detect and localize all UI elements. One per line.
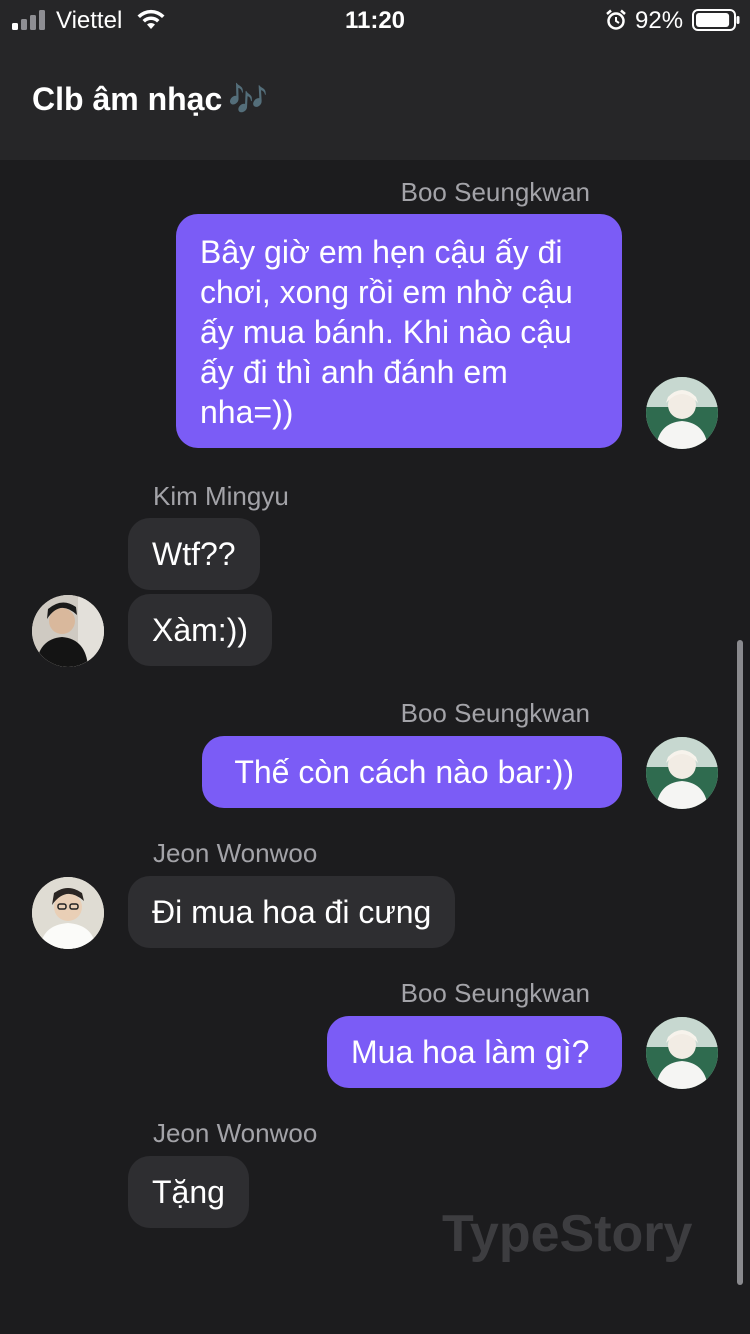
status-bar: Viettel 11:20 92% (0, 0, 750, 40)
sender-name: Kim Mingyu (153, 481, 289, 511)
sender-name: Jeon Wonwoo (153, 838, 318, 868)
chat-title: Clb âm nhạc 🎶 (32, 80, 268, 118)
incoming-message-bubble[interactable]: Đi mua hoa đi cưng (128, 876, 456, 948)
avatar-boo-seungkwan[interactable] (646, 377, 718, 449)
message-line: Bây giờ em hẹn cậu ấy đi (200, 234, 563, 270)
avatar-boo-seungkwan[interactable] (646, 1017, 718, 1089)
message-text: Đi mua hoa đi cưng (152, 894, 432, 930)
scrollbar[interactable] (737, 640, 743, 1285)
chat-screen: Viettel 11:20 92% Clb âm nhạc 🎶 Boo Seung… (0, 0, 750, 1334)
incoming-message-bubble[interactable]: Wtf?? (128, 518, 260, 590)
incoming-message-bubble[interactable]: Tặng (128, 1156, 249, 1228)
outgoing-message-bubble[interactable]: Mua hoa làm gì? (327, 1016, 622, 1088)
incoming-message-bubble[interactable]: Xàm:)) (128, 594, 272, 666)
message-text: Xàm:)) (152, 612, 248, 648)
sender-name: Boo Seungkwan (400, 978, 590, 1008)
avatar-jeon-wonwoo[interactable] (32, 877, 104, 949)
message-line: ấy mua bánh. Khi nào cậu (200, 314, 572, 350)
chat-title-text: Clb âm nhạc (32, 81, 223, 117)
message-text: Thế còn cách nào bar:)) (226, 754, 575, 790)
message-line: nha=)) (200, 394, 294, 430)
message-line: ấy đi thì anh đánh em (200, 354, 508, 390)
alarm-icon (606, 9, 626, 30)
outgoing-message-bubble[interactable]: Thế còn cách nào bar:)) (202, 736, 622, 808)
chat-header: Clb âm nhạc 🎶 (0, 40, 750, 160)
battery-icon (692, 9, 740, 31)
avatar-boo-seungkwan[interactable] (646, 737, 718, 809)
watermark-logo: TypeStory (442, 1205, 693, 1263)
avatar-kim-mingyu[interactable] (32, 595, 104, 667)
sender-name: Jeon Wonwoo (153, 1118, 318, 1148)
music-notes-icon: 🎶 (228, 80, 269, 118)
outgoing-message-bubble[interactable]: Bây giờ em hẹn cậu ấy đi chơi, xong rồi … (176, 214, 622, 448)
message-text: Tặng (152, 1174, 225, 1210)
sender-name: Boo Seungkwan (400, 177, 590, 207)
message-list[interactable]: Boo Seungkwan Bây giờ em hẹn cậu ấy đi c… (0, 160, 750, 1334)
message-text: Mua hoa làm gì? (351, 1034, 590, 1070)
battery-percent: 92% (635, 7, 684, 34)
message-text: Wtf?? (152, 536, 236, 572)
message-line: chơi, xong rồi em nhờ cậu (200, 274, 573, 310)
sender-name: Boo Seungkwan (400, 698, 590, 728)
